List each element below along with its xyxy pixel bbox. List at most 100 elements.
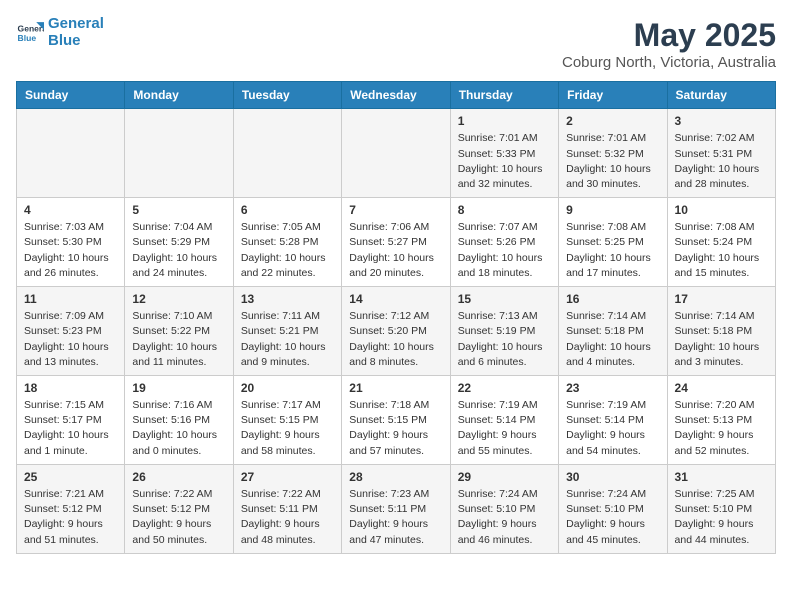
day-number: 9 (566, 203, 659, 217)
day-number: 12 (132, 292, 225, 306)
day-number: 1 (458, 114, 551, 128)
day-number: 15 (458, 292, 551, 306)
day-number: 2 (566, 114, 659, 128)
calendar-cell: 21Sunrise: 7:18 AMSunset: 5:15 PMDayligh… (342, 376, 450, 465)
day-info: Sunrise: 7:06 AMSunset: 5:27 PMDaylight:… (349, 220, 442, 281)
calendar-cell: 17Sunrise: 7:14 AMSunset: 5:18 PMDayligh… (667, 287, 775, 376)
header-saturday: Saturday (667, 82, 775, 109)
svg-text:Blue: Blue (18, 32, 37, 42)
day-number: 5 (132, 203, 225, 217)
day-info: Sunrise: 7:08 AMSunset: 5:25 PMDaylight:… (566, 220, 659, 281)
header-friday: Friday (559, 82, 667, 109)
calendar-cell: 29 Sunrise: 7:24 AMSunset: 5:10 PMDayligh… (450, 464, 558, 553)
day-info: Sunrise: 7:17 AMSunset: 5:15 PMDaylight:… (241, 398, 334, 459)
calendar-cell: 26Sunrise: 7:22 AMSunset: 5:12 PMDayligh… (125, 464, 233, 553)
calendar-cell: 25 Sunrise: 7:21 AMSunset: 5:12 PMDayligh… (17, 464, 125, 553)
week-row-1: 1 Sunrise: 7:01 AMSunset: 5:33 PMDaylight… (17, 109, 776, 198)
day-info: Sunrise: 7:18 AMSunset: 5:15 PMDaylight:… (349, 398, 442, 459)
day-info: Sunrise: 7:21 AMSunset: 5:12 PMDaylight:… (24, 487, 117, 548)
calendar-cell: 5 Sunrise: 7:04 AMSunset: 5:29 PMDaylight… (125, 198, 233, 287)
calendar-cell (233, 109, 341, 198)
day-info: Sunrise: 7:16 AMSunset: 5:16 PMDaylight:… (132, 398, 225, 459)
day-number: 25 (24, 470, 117, 484)
day-info: Sunrise: 7:04 AMSunset: 5:29 PMDaylight:… (132, 220, 225, 281)
logo-text: GeneralBlue (48, 16, 104, 49)
logo: General Blue GeneralBlue (16, 16, 104, 49)
day-info: Sunrise: 7:08 AMSunset: 5:24 PMDaylight:… (675, 220, 768, 281)
day-number: 13 (241, 292, 334, 306)
calendar-cell: 27 Sunrise: 7:22 AMSunset: 5:11 PMDayligh… (233, 464, 341, 553)
day-number: 30 (566, 470, 659, 484)
calendar-table: SundayMondayTuesdayWednesdayThursdayFrid… (16, 81, 776, 553)
calendar-cell: 12Sunrise: 7:10 AMSunset: 5:22 PMDayligh… (125, 287, 233, 376)
day-number: 22 (458, 381, 551, 395)
day-info: Sunrise: 7:24 AMSunset: 5:10 PMDaylight:… (566, 487, 659, 548)
calendar-cell (342, 109, 450, 198)
day-number: 31 (675, 470, 768, 484)
day-number: 27 (241, 470, 334, 484)
day-info: Sunrise: 7:02 AMSunset: 5:31 PMDaylight:… (675, 131, 768, 192)
calendar-cell: 11 Sunrise: 7:09 AMSunset: 5:23 PMDayligh… (17, 287, 125, 376)
title-block: May 2025 Coburg North, Victoria, Austral… (562, 16, 776, 71)
header-monday: Monday (125, 82, 233, 109)
week-row-5: 25 Sunrise: 7:21 AMSunset: 5:12 PMDayligh… (17, 464, 776, 553)
day-number: 3 (675, 114, 768, 128)
calendar-title: May 2025 (562, 16, 776, 54)
day-info: Sunrise: 7:09 AMSunset: 5:23 PMDaylight:… (24, 309, 117, 370)
day-info: Sunrise: 7:15 AMSunset: 5:17 PMDaylight:… (24, 398, 117, 459)
day-number: 8 (458, 203, 551, 217)
day-info: Sunrise: 7:14 AMSunset: 5:18 PMDaylight:… (566, 309, 659, 370)
day-number: 16 (566, 292, 659, 306)
calendar-cell: 3 Sunrise: 7:02 AMSunset: 5:31 PMDaylight… (667, 109, 775, 198)
calendar-subtitle: Coburg North, Victoria, Australia (562, 54, 776, 71)
day-number: 7 (349, 203, 442, 217)
day-number: 4 (24, 203, 117, 217)
day-info: Sunrise: 7:01 AMSunset: 5:33 PMDaylight:… (458, 131, 551, 192)
day-number: 28 (349, 470, 442, 484)
day-number: 26 (132, 470, 225, 484)
calendar-cell: 18Sunrise: 7:15 AMSunset: 5:17 PMDayligh… (17, 376, 125, 465)
day-info: Sunrise: 7:07 AMSunset: 5:26 PMDaylight:… (458, 220, 551, 281)
calendar-cell: 6Sunrise: 7:05 AMSunset: 5:28 PMDaylight… (233, 198, 341, 287)
calendar-cell: 24 Sunrise: 7:20 AMSunset: 5:13 PMDayligh… (667, 376, 775, 465)
week-row-4: 18Sunrise: 7:15 AMSunset: 5:17 PMDayligh… (17, 376, 776, 465)
day-number: 29 (458, 470, 551, 484)
calendar-cell: 2 Sunrise: 7:01 AMSunset: 5:32 PMDaylight… (559, 109, 667, 198)
header-tuesday: Tuesday (233, 82, 341, 109)
page-header: General Blue GeneralBlue May 2025 Coburg… (16, 16, 776, 71)
day-number: 24 (675, 381, 768, 395)
day-info: Sunrise: 7:14 AMSunset: 5:18 PMDaylight:… (675, 309, 768, 370)
calendar-cell (125, 109, 233, 198)
day-info: Sunrise: 7:19 AMSunset: 5:14 PMDaylight:… (566, 398, 659, 459)
logo-icon: General Blue (16, 19, 44, 47)
day-info: Sunrise: 7:22 AMSunset: 5:11 PMDaylight:… (241, 487, 334, 548)
calendar-cell (17, 109, 125, 198)
day-number: 11 (24, 292, 117, 306)
calendar-body: 1 Sunrise: 7:01 AMSunset: 5:33 PMDaylight… (17, 109, 776, 553)
day-number: 10 (675, 203, 768, 217)
calendar-cell: 4 Sunrise: 7:03 AMSunset: 5:30 PMDaylight… (17, 198, 125, 287)
day-info: Sunrise: 7:13 AMSunset: 5:19 PMDaylight:… (458, 309, 551, 370)
calendar-cell: 31Sunrise: 7:25 AMSunset: 5:10 PMDayligh… (667, 464, 775, 553)
day-number: 6 (241, 203, 334, 217)
day-info: Sunrise: 7:24 AMSunset: 5:10 PMDaylight:… (458, 487, 551, 548)
calendar-cell: 13 Sunrise: 7:11 AMSunset: 5:21 PMDayligh… (233, 287, 341, 376)
day-number: 20 (241, 381, 334, 395)
calendar-cell: 28 Sunrise: 7:23 AMSunset: 5:11 PMDayligh… (342, 464, 450, 553)
calendar-cell: 14Sunrise: 7:12 AMSunset: 5:20 PMDayligh… (342, 287, 450, 376)
header-thursday: Thursday (450, 82, 558, 109)
day-info: Sunrise: 7:23 AMSunset: 5:11 PMDaylight:… (349, 487, 442, 548)
day-info: Sunrise: 7:01 AMSunset: 5:32 PMDaylight:… (566, 131, 659, 192)
calendar-cell: 7 Sunrise: 7:06 AMSunset: 5:27 PMDaylight… (342, 198, 450, 287)
calendar-cell: 30 Sunrise: 7:24 AMSunset: 5:10 PMDayligh… (559, 464, 667, 553)
calendar-cell: 9 Sunrise: 7:08 AMSunset: 5:25 PMDaylight… (559, 198, 667, 287)
calendar-header: SundayMondayTuesdayWednesdayThursdayFrid… (17, 82, 776, 109)
day-number: 19 (132, 381, 225, 395)
day-number: 14 (349, 292, 442, 306)
day-info: Sunrise: 7:20 AMSunset: 5:13 PMDaylight:… (675, 398, 768, 459)
day-info: Sunrise: 7:11 AMSunset: 5:21 PMDaylight:… (241, 309, 334, 370)
week-row-2: 4 Sunrise: 7:03 AMSunset: 5:30 PMDaylight… (17, 198, 776, 287)
calendar-cell: 22Sunrise: 7:19 AMSunset: 5:14 PMDayligh… (450, 376, 558, 465)
day-info: Sunrise: 7:03 AMSunset: 5:30 PMDaylight:… (24, 220, 117, 281)
calendar-cell: 16 Sunrise: 7:14 AMSunset: 5:18 PMDayligh… (559, 287, 667, 376)
